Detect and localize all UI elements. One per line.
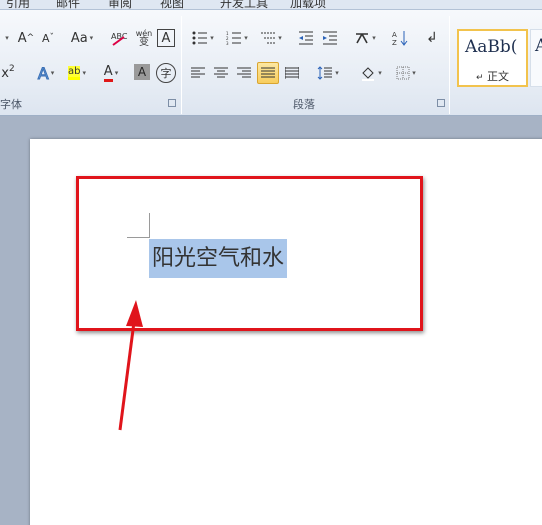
tab-addins[interactable]: 加载项 [290,0,326,9]
clear-formatting-icon: ABC [111,32,128,46]
tab-review[interactable]: 审阅 [108,0,132,9]
paragraph-group-label: 段落 [293,98,315,111]
font-group-label: 字体 [0,98,22,111]
tab-view[interactable]: 视图 [160,0,184,9]
increase-indent-icon [323,31,337,45]
align-right-button[interactable] [234,62,254,84]
paint-bucket-icon [362,67,375,81]
tab-developer[interactable]: 开发工具 [220,0,268,9]
text-highlight-button[interactable]: ab ▾ [62,62,92,84]
numbered-list-icon: 123 [226,31,242,45]
show-formatting-marks-button[interactable]: ↲ [424,27,440,49]
increase-indent-button[interactable] [320,27,340,49]
text-effects-button[interactable]: A ▾ [32,62,60,84]
style-next-sample: A [535,36,542,56]
superscript-icon: x [1,65,9,81]
pilcrow-icon: ↲ [426,30,438,46]
change-case-button[interactable]: Aa ▾ [66,27,98,49]
svg-text:3: 3 [226,41,229,45]
svg-text:Z: Z [392,39,397,46]
ribbon-tab-strip: 引用 邮件 审阅 视图 开发工具 加载项 [0,0,542,10]
svg-text:A: A [392,31,397,39]
style-next[interactable]: A [530,29,542,87]
multilevel-list-icon [261,32,276,44]
justify-button[interactable] [257,62,279,84]
tab-references[interactable]: 引用 [6,0,30,9]
sort-button[interactable]: AZ [390,27,410,49]
character-border-button[interactable]: A [157,29,175,47]
style-normal-sample: AaBb( [465,37,518,57]
text-effects-icon: A [37,63,49,83]
character-shading-button[interactable]: A [134,64,150,80]
clear-formatting-button[interactable]: ABC [108,27,130,49]
style-normal[interactable]: AaBb( ↵ 正文 [457,29,528,87]
bullet-list-icon [192,31,208,45]
enclose-characters-icon: 字 [160,67,172,80]
paragraph-dialog-launcher[interactable] [437,99,445,107]
grow-font-icon: A [17,30,27,46]
font-color-button[interactable]: A ▾ [96,62,126,84]
bullets-button[interactable]: ▾ [188,27,218,49]
highlighter-icon: ab [68,66,81,80]
tab-mailings[interactable]: 邮件 [56,0,80,9]
sort-icon: AZ [392,31,408,46]
numbering-button[interactable]: 1 2 3 ▾ [222,27,252,49]
decrease-indent-icon [299,31,313,45]
justify-icon [261,67,275,78]
highlight-callout-box [76,176,423,331]
character-shading-icon: A [137,65,147,79]
font-color-icon: A [103,64,113,82]
style-normal-name: 正文 [487,70,510,83]
character-border-icon: A [161,30,171,46]
align-center-icon [214,67,228,78]
group-divider [181,16,182,114]
borders-button[interactable]: ▾ [392,62,420,84]
phonetic-guide-button[interactable]: wén 变 [134,27,154,49]
chinese-layout-button[interactable]: ▾ [350,27,380,49]
decrease-indent-button[interactable] [296,27,316,49]
multilevel-list-button[interactable]: ▾ [256,27,286,49]
align-left-icon [191,67,205,78]
change-case-icon: Aa [70,30,88,46]
align-center-button[interactable] [211,62,231,84]
line-spacing-icon [317,66,333,80]
shading-button[interactable]: ▾ [356,62,386,84]
group-divider [449,16,450,114]
borders-icon [396,66,410,80]
font-size-dropdown-arrow[interactable]: ▾ [0,27,12,49]
shrink-font-button[interactable]: Aˇ [38,27,58,49]
superscript-button[interactable]: x2 [0,62,16,84]
shrink-font-icon: A [41,31,50,45]
chinese-layout-icon [356,33,369,44]
align-left-button[interactable] [188,62,208,84]
grow-font-button[interactable]: A ^ [16,27,36,49]
distributed-icon [285,67,299,79]
ribbon: ▾ A ^ Aˇ Aa ▾ ABC wén 变 A x2 A ▾ ab ▾ A ▾ A 字… [0,10,542,116]
distributed-button[interactable] [282,62,302,84]
align-right-icon [237,67,251,78]
paragraph-mark-icon: ↵ [475,73,484,83]
line-spacing-button[interactable]: ▾ [314,62,342,84]
font-dialog-launcher[interactable] [168,99,176,107]
enclose-characters-button[interactable]: 字 [156,63,176,83]
